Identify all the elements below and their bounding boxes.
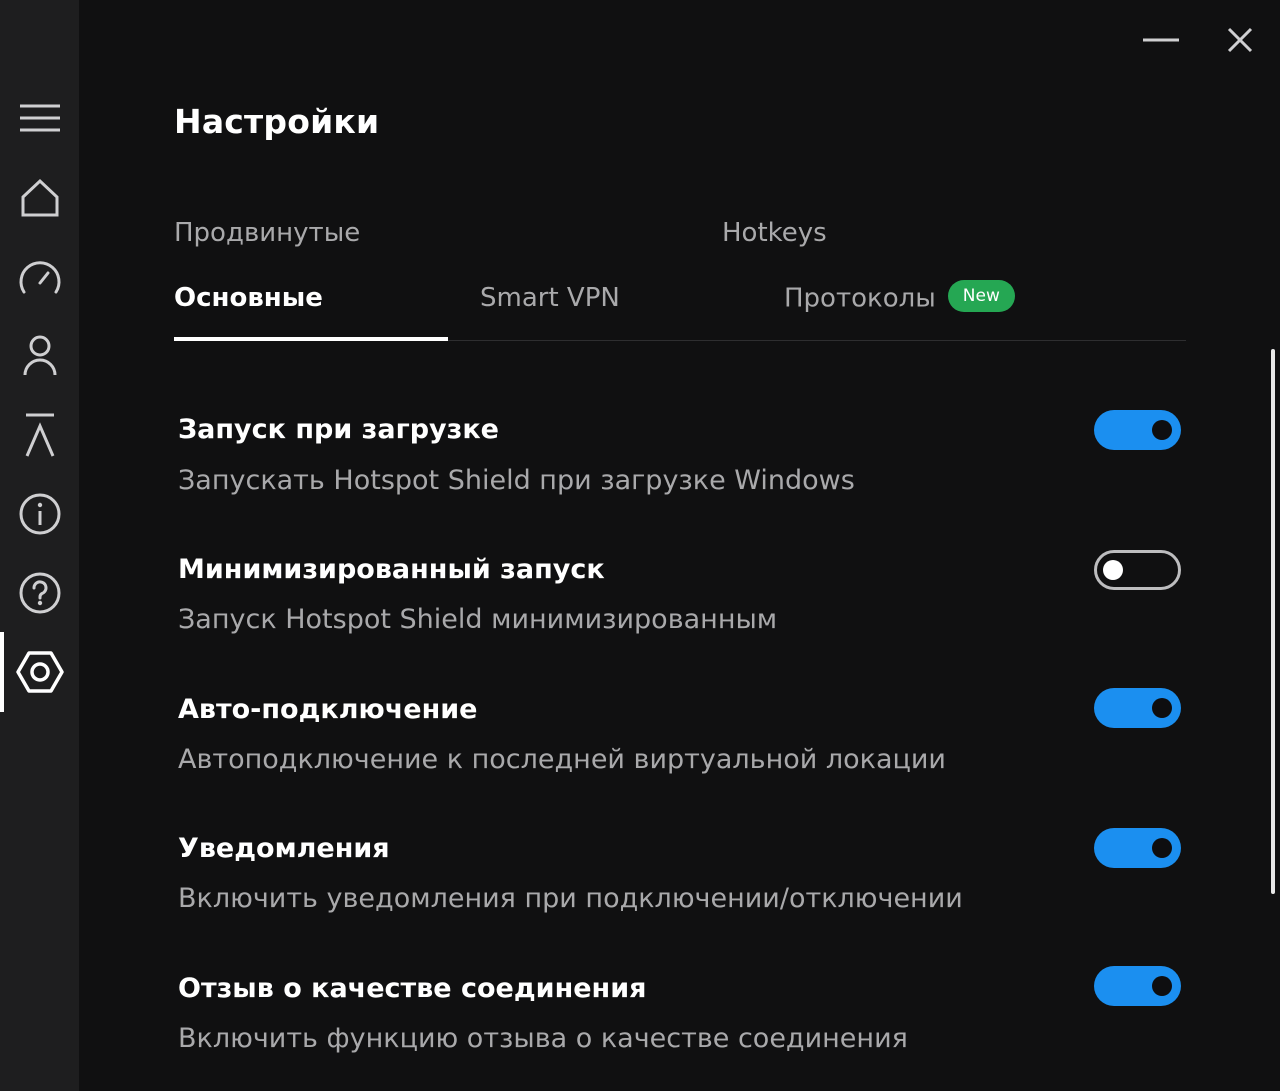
user-icon [23, 335, 56, 376]
setting-title-auto-connect: Авто-подключение [178, 694, 478, 725]
active-tab-indicator [174, 337, 448, 341]
tab-general[interactable]: Основные [174, 283, 323, 313]
tab-protocols[interactable]: Протоколы New [784, 280, 1015, 315]
nav-help[interactable] [0, 563, 79, 623]
toggle-launch-on-startup[interactable] [1094, 410, 1181, 450]
setting-title-notifications: Уведомления [178, 833, 390, 864]
tab-smart-vpn[interactable]: Smart VPN [480, 283, 620, 313]
toggle-knob [1152, 698, 1172, 718]
menu-button[interactable] [0, 88, 79, 148]
close-icon [1227, 27, 1253, 53]
setting-desc-launch-on-startup: Запускать Hotspot Shield при загрузке Wi… [178, 465, 855, 496]
tab-advanced[interactable]: Продвинутые [174, 218, 360, 248]
setting-desc-minimized-launch: Запуск Hotspot Shield минимизированным [178, 604, 778, 635]
toggle-knob [1152, 976, 1172, 996]
toggle-notifications[interactable] [1094, 828, 1181, 868]
tab-hotkeys[interactable]: Hotkeys [722, 218, 827, 248]
help-icon [19, 572, 60, 614]
minimize-button[interactable] [1141, 22, 1181, 58]
nav-home[interactable] [0, 168, 79, 228]
settings-icon [15, 651, 64, 693]
page-title: Настройки [174, 102, 380, 141]
nav-info[interactable] [0, 484, 79, 544]
setting-desc-connection-feedback: Включить функцию отзыва о качестве соеди… [178, 1023, 908, 1054]
toggle-minimized-launch[interactable] [1094, 550, 1181, 590]
minimize-icon [1143, 38, 1179, 42]
setting-title-minimized-launch: Минимизированный запуск [178, 554, 605, 585]
nav-settings[interactable] [0, 632, 79, 712]
nav-speed-test[interactable] [0, 247, 79, 307]
setting-desc-notifications: Включить уведомления при подключении/отк… [178, 883, 963, 914]
setting-title-launch-on-startup: Запуск при загрузке [178, 414, 499, 445]
toggle-knob [1152, 838, 1172, 858]
nav-account[interactable] [0, 326, 79, 386]
info-icon [19, 493, 60, 535]
toggle-knob [1152, 420, 1172, 440]
nav-upgrade[interactable] [0, 405, 79, 465]
settings-window: Настройки Продвинутые Hotkeys Основные S… [0, 0, 1280, 1091]
setting-title-connection-feedback: Отзыв о качестве соединения [178, 973, 647, 1004]
toggle-auto-connect[interactable] [1094, 688, 1181, 728]
toggle-knob [1103, 560, 1123, 580]
close-button[interactable] [1220, 22, 1260, 58]
speedometer-icon [19, 261, 60, 294]
scrollbar[interactable] [1271, 349, 1275, 894]
new-badge: New [947, 280, 1015, 312]
menu-icon [19, 104, 60, 132]
toggle-connection-feedback[interactable] [1094, 966, 1181, 1006]
sidebar [0, 0, 79, 1091]
upload-icon [25, 413, 54, 457]
tab-protocols-label: Протоколы [784, 283, 936, 314]
setting-desc-auto-connect: Автоподключение к последней виртуальной … [178, 744, 946, 775]
home-icon [21, 178, 58, 217]
